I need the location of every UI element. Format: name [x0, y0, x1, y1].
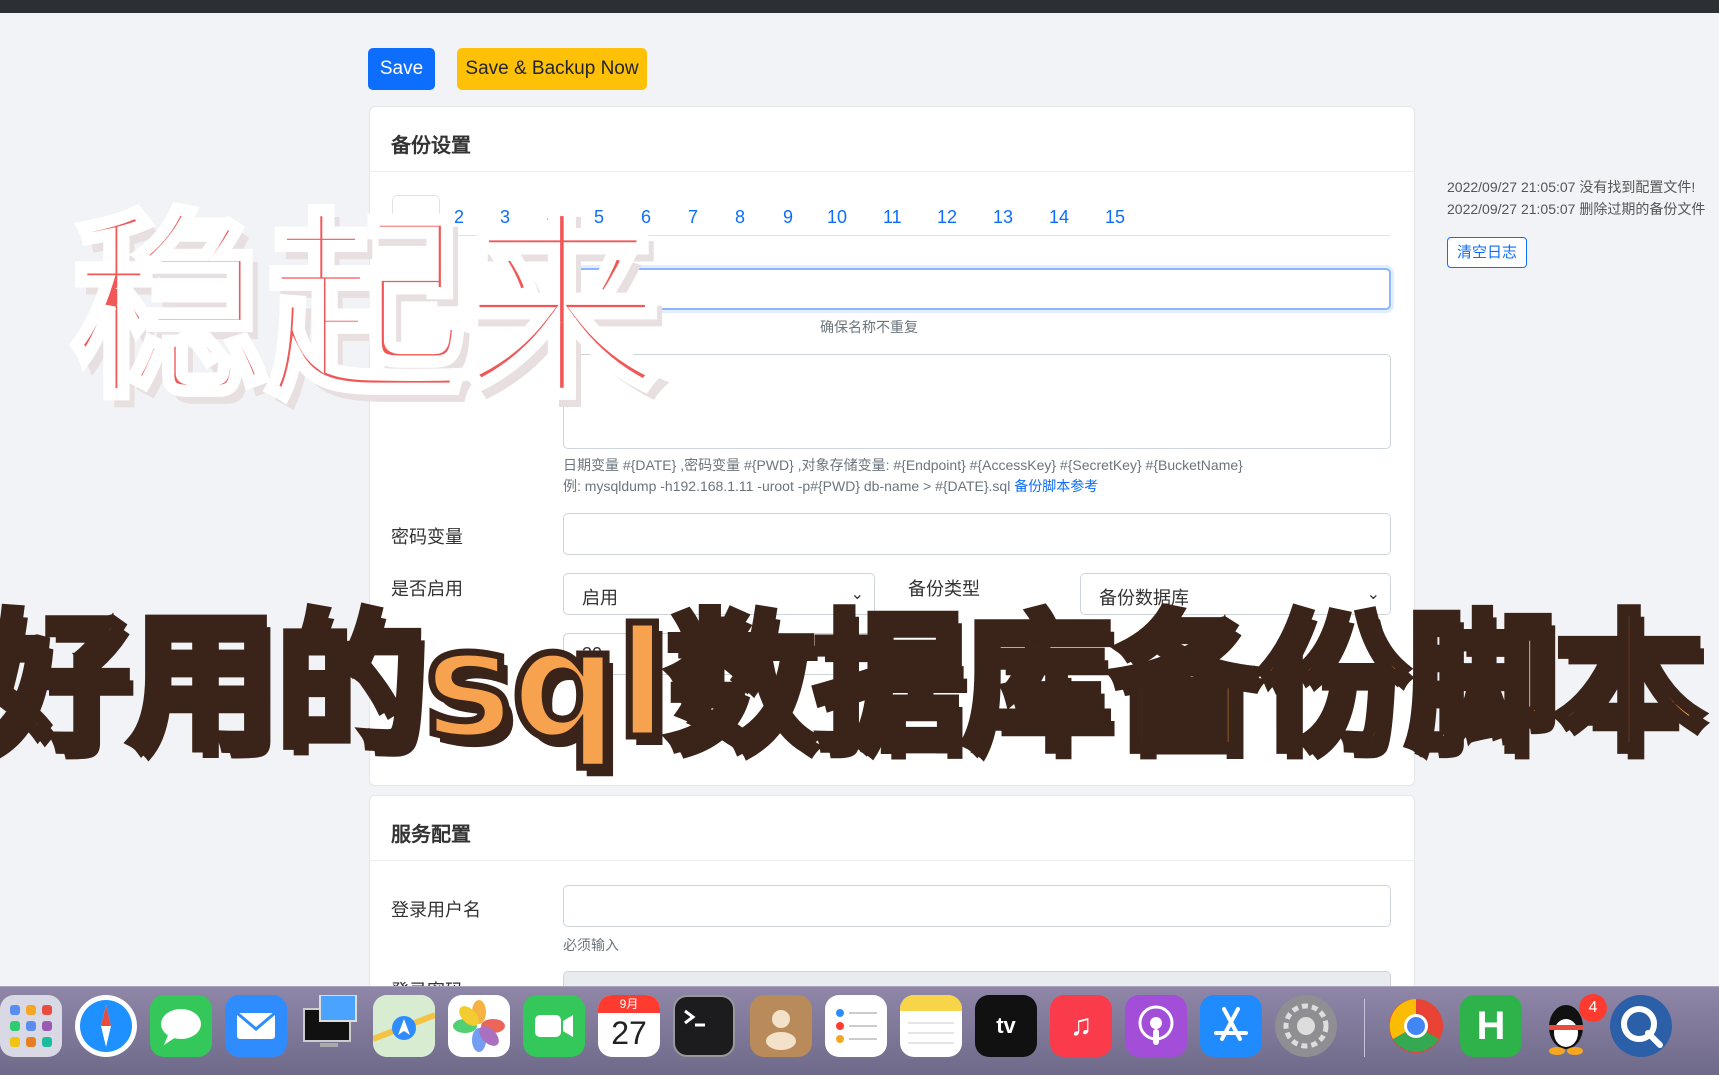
- name-hint: 确保名称不重复: [820, 319, 918, 335]
- maps-icon[interactable]: [373, 995, 435, 1057]
- command-example-text: 例: mysqldump -h192.168.1.11 -uroot -p#{P…: [563, 478, 1011, 494]
- log-line: 2022/09/27 21:05:07 删除过期的备份文件: [1447, 201, 1706, 217]
- username-hint: 必须输入: [563, 937, 619, 953]
- tab-9[interactable]: 9: [783, 207, 793, 228]
- window-top-bar: [0, 0, 1719, 13]
- backup-settings-title: 备份设置: [391, 135, 471, 157]
- divider: [370, 860, 1414, 861]
- terminal-icon[interactable]: [673, 995, 735, 1057]
- backup-name-input[interactable]: [563, 268, 1391, 310]
- dock: 9月 27 tv ♫ H: [0, 986, 1719, 1075]
- password-variable-label: 密码变量: [391, 527, 463, 547]
- script-reference-link[interactable]: 备份脚本参考: [1014, 478, 1098, 494]
- command-hint-example: 例: mysqldump -h192.168.1.11 -uroot -p#{P…: [563, 476, 1098, 496]
- reminders-icon[interactable]: [825, 995, 887, 1057]
- messages-icon[interactable]: [150, 995, 212, 1057]
- service-config-title: 服务配置: [391, 824, 471, 846]
- screen-sharing-icon[interactable]: [298, 995, 360, 1057]
- apple-tv-icon[interactable]: tv: [975, 995, 1037, 1057]
- launchpad-icon[interactable]: [0, 995, 62, 1057]
- save-backup-now-button[interactable]: Save & Backup Now: [457, 48, 647, 90]
- system-preferences-icon[interactable]: [1275, 995, 1337, 1057]
- tab-15[interactable]: 15: [1105, 207, 1125, 228]
- tab-13[interactable]: 13: [993, 207, 1013, 228]
- tab-12[interactable]: 12: [937, 207, 957, 228]
- log-line: 2022/09/27 21:05:07 没有找到配置文件!: [1447, 179, 1696, 195]
- command-hint-variables: 日期变量 #{DATE} ,密码变量 #{PWD} ,对象存储变量: #{End…: [563, 457, 1243, 473]
- music-icon[interactable]: ♫: [1050, 995, 1112, 1057]
- backup-command-textarea[interactable]: [563, 354, 1391, 449]
- tab-11[interactable]: 11: [883, 207, 902, 228]
- notes-icon[interactable]: [900, 995, 962, 1057]
- tab-7[interactable]: 7: [688, 207, 698, 228]
- facetime-icon[interactable]: [523, 995, 585, 1057]
- podcasts-icon[interactable]: [1125, 995, 1187, 1057]
- service-config-card: 服务配置 登录用户名 必须输入 登录密码: [369, 795, 1415, 1013]
- mail-icon[interactable]: [225, 995, 287, 1057]
- tab-14[interactable]: 14: [1049, 207, 1069, 228]
- tab-10[interactable]: 10: [827, 207, 847, 228]
- app-store-icon[interactable]: [1200, 995, 1262, 1057]
- overlay-subtitle: 好用的sql数据库备份脚本: [0, 597, 1708, 774]
- clear-log-button[interactable]: 清空日志: [1447, 237, 1527, 268]
- quicktime-icon[interactable]: [1610, 995, 1672, 1057]
- overlay-title: 稳起来: [67, 193, 665, 426]
- save-button[interactable]: Save: [368, 48, 435, 90]
- password-variable-input[interactable]: [563, 513, 1391, 555]
- calendar-day: 27: [611, 1015, 647, 1051]
- username-input[interactable]: [563, 885, 1391, 927]
- username-label: 登录用户名: [391, 900, 481, 920]
- dock-separator: [1364, 999, 1365, 1057]
- safari-icon[interactable]: [75, 995, 137, 1057]
- calendar-icon[interactable]: 9月 27: [598, 995, 660, 1057]
- contacts-icon[interactable]: [750, 995, 812, 1057]
- photos-icon[interactable]: [448, 995, 510, 1057]
- divider: [370, 171, 1414, 172]
- chrome-icon[interactable]: [1385, 995, 1447, 1057]
- hbuilder-icon[interactable]: H: [1460, 995, 1522, 1057]
- tab-8[interactable]: 8: [735, 207, 745, 228]
- qq-notification-badge: 4: [1579, 994, 1607, 1022]
